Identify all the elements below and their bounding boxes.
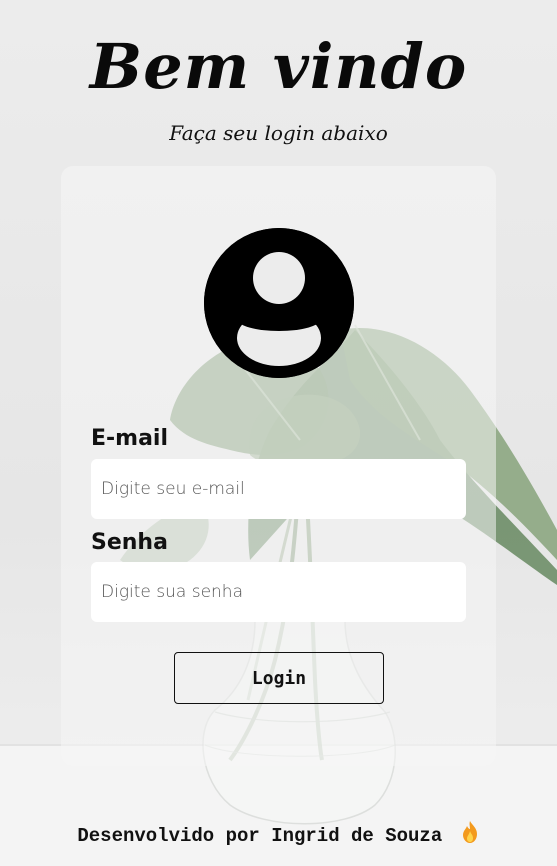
footer-text: Desenvolvido por Ingrid de Souza bbox=[77, 825, 443, 847]
user-circle-icon bbox=[204, 228, 354, 378]
senha-label: Senha bbox=[91, 530, 168, 555]
fire-icon bbox=[462, 821, 477, 843]
footer: Desenvolvido por Ingrid de Souza bbox=[0, 820, 557, 847]
page-title: Bem vindo bbox=[89, 30, 468, 103]
login-button[interactable]: Login bbox=[174, 652, 384, 704]
email-label: E-mail bbox=[91, 426, 169, 451]
email-field[interactable] bbox=[91, 459, 466, 519]
page-subtitle: Faça seu login abaixo bbox=[169, 121, 388, 145]
senha-field[interactable] bbox=[91, 562, 466, 622]
